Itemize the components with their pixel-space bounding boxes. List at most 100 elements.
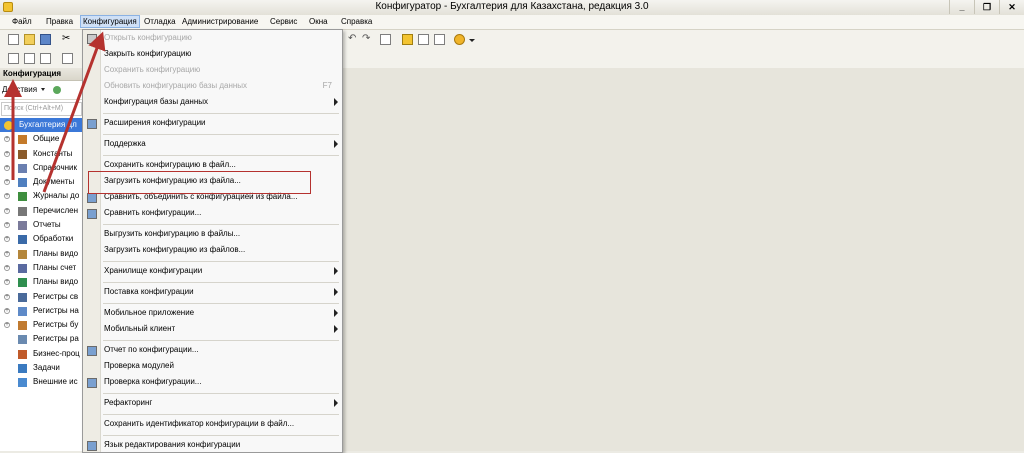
- menu-item-label: Закрыть конфигурацию: [104, 49, 192, 58]
- expand-icon[interactable]: +: [4, 322, 10, 329]
- tree-icon[interactable]: [8, 53, 19, 64]
- expand-icon[interactable]: +: [4, 293, 10, 300]
- expand-icon[interactable]: +: [4, 136, 10, 143]
- window-icon[interactable]: [24, 53, 35, 64]
- tree-item[interactable]: + Общие: [0, 132, 83, 146]
- expand-icon[interactable]: +: [4, 264, 10, 271]
- menu-2[interactable]: Конфигурация: [80, 15, 140, 28]
- tree-item[interactable]: + Обработки: [0, 232, 83, 246]
- expand-icon[interactable]: +: [4, 164, 10, 171]
- forward-icon[interactable]: ↷: [362, 34, 373, 45]
- menu-item[interactable]: Сравнить конфигурации...: [83, 206, 342, 222]
- menu-4[interactable]: Администрирование: [180, 16, 260, 27]
- tree-item[interactable]: Внешние ис: [0, 375, 83, 389]
- info-icon[interactable]: [454, 34, 465, 45]
- tree-item-label: Регистры ра: [33, 334, 79, 344]
- close-button[interactable]: ✕: [999, 0, 1024, 14]
- menu-item[interactable]: Мобильный клиент: [83, 322, 342, 338]
- search-tool-icon[interactable]: [380, 34, 391, 45]
- tree-item[interactable]: Бизнес-проц: [0, 347, 83, 361]
- open-icon[interactable]: [24, 34, 35, 45]
- hint-icon[interactable]: [418, 34, 429, 45]
- expand-icon[interactable]: +: [4, 207, 10, 214]
- grid-icon[interactable]: [40, 53, 51, 64]
- menu-3[interactable]: Отладка: [142, 16, 178, 27]
- menu-item-label: Сохранить конфигурацию в файл...: [104, 160, 236, 169]
- table-icon[interactable]: [62, 53, 73, 64]
- menu-item[interactable]: Расширения конфигурации: [83, 116, 342, 132]
- menu-item[interactable]: Поддержка: [83, 137, 342, 153]
- menu-item[interactable]: Отчет по конфигурации...: [83, 343, 342, 359]
- expand-icon[interactable]: +: [4, 193, 10, 200]
- menu-5[interactable]: Сервис: [268, 16, 299, 27]
- tree-root[interactable]: Бухгалтерия дл: [0, 118, 83, 133]
- new-icon[interactable]: [8, 34, 19, 45]
- menu-separator: [103, 340, 339, 341]
- tree-item[interactable]: Задачи: [0, 361, 83, 375]
- save-icon[interactable]: [40, 34, 51, 45]
- menu-item[interactable]: Проверка модулей: [83, 359, 342, 375]
- tree-item-label: Общие: [33, 134, 60, 144]
- menu-1[interactable]: Правка: [44, 16, 75, 27]
- menu-item[interactable]: Поставка конфигурации: [83, 285, 342, 301]
- expand-icon[interactable]: +: [4, 150, 10, 157]
- tree-item-label: Справочник: [33, 162, 77, 172]
- menu-separator: [103, 414, 339, 415]
- expand-icon[interactable]: +: [4, 179, 10, 186]
- back-icon[interactable]: ↶: [348, 34, 359, 45]
- menu-item[interactable]: Загрузить конфигурацию из файлов...: [83, 243, 342, 259]
- menu-7[interactable]: Справка: [339, 16, 374, 27]
- cut-icon[interactable]: ✂: [62, 34, 73, 45]
- tree-item[interactable]: + Отчеты: [0, 218, 83, 232]
- menu-item[interactable]: Конфигурация базы данных: [83, 95, 342, 111]
- tree-item[interactable]: Регистры ра: [0, 332, 83, 346]
- tree-item[interactable]: + Журналы до: [0, 189, 83, 203]
- menu-separator: [103, 282, 339, 283]
- minimize-button[interactable]: _: [949, 0, 974, 14]
- tree-item[interactable]: + Перечислен: [0, 204, 83, 218]
- actions-dropdown-icon[interactable]: [41, 88, 46, 92]
- expand-icon[interactable]: +: [4, 279, 10, 286]
- menu-item[interactable]: Выгрузить конфигурацию в файлы...: [83, 227, 342, 243]
- configuration-menu: Открыть конфигурацию Закрыть конфигурацию…: [82, 29, 343, 453]
- restore-button[interactable]: ❐: [974, 0, 999, 14]
- tree-item[interactable]: + Регистры св: [0, 290, 83, 304]
- tree-item-label: Планы видо: [33, 277, 79, 287]
- menu-item[interactable]: Проверка конфигурации...: [83, 375, 342, 391]
- tree-item-label: Документы: [33, 177, 75, 187]
- expand-icon[interactable]: +: [4, 307, 10, 314]
- tree-item[interactable]: + Регистры бу: [0, 318, 83, 332]
- debug-icon[interactable]: [402, 34, 413, 45]
- toolbar-dropdown-icon[interactable]: [469, 39, 475, 42]
- menu-item-label: Сравнить конфигурации...: [104, 208, 202, 217]
- tree-item[interactable]: + Планы видо: [0, 275, 83, 289]
- menu-item[interactable]: Закрыть конфигурацию: [83, 47, 342, 63]
- menu-6[interactable]: Окна: [307, 16, 330, 27]
- tree-item[interactable]: + Планы видо: [0, 247, 83, 261]
- add-icon[interactable]: [52, 85, 61, 94]
- syntax-assistant-icon[interactable]: [434, 34, 445, 45]
- expand-icon[interactable]: +: [4, 250, 10, 257]
- tree-item[interactable]: + Константы: [0, 147, 83, 161]
- acc-registers-icon: [18, 321, 27, 331]
- extensions-icon: [87, 119, 97, 129]
- menu-item[interactable]: Мобильное приложение: [83, 306, 342, 322]
- menu-0[interactable]: Файл: [10, 16, 34, 27]
- tree-item[interactable]: + Регистры на: [0, 304, 83, 318]
- external-sources-icon: [18, 378, 27, 388]
- tree-item[interactable]: + Документы: [0, 175, 83, 189]
- tree-item-label: Отчеты: [33, 220, 61, 230]
- menu-item[interactable]: Хранилище конфигурации: [83, 264, 342, 280]
- expand-icon[interactable]: +: [4, 236, 10, 243]
- menu-item[interactable]: Рефакторинг: [83, 396, 342, 412]
- expand-icon[interactable]: +: [4, 222, 10, 229]
- reports-icon: [18, 221, 27, 231]
- search-input[interactable]: Поиск (Ctrl+Alt+M): [1, 102, 82, 116]
- compare-merge-icon: [87, 193, 97, 203]
- menu-item-label: Сохранить идентификатор конфигурации в ф…: [104, 419, 295, 428]
- menu-item[interactable]: Сохранить идентификатор конфигурации в ф…: [83, 417, 342, 433]
- tree-item[interactable]: + Справочник: [0, 161, 83, 175]
- actions-menu[interactable]: Действия: [2, 85, 37, 94]
- tree-item-label: Задачи: [33, 363, 60, 373]
- tree-item[interactable]: + Планы счет: [0, 261, 83, 275]
